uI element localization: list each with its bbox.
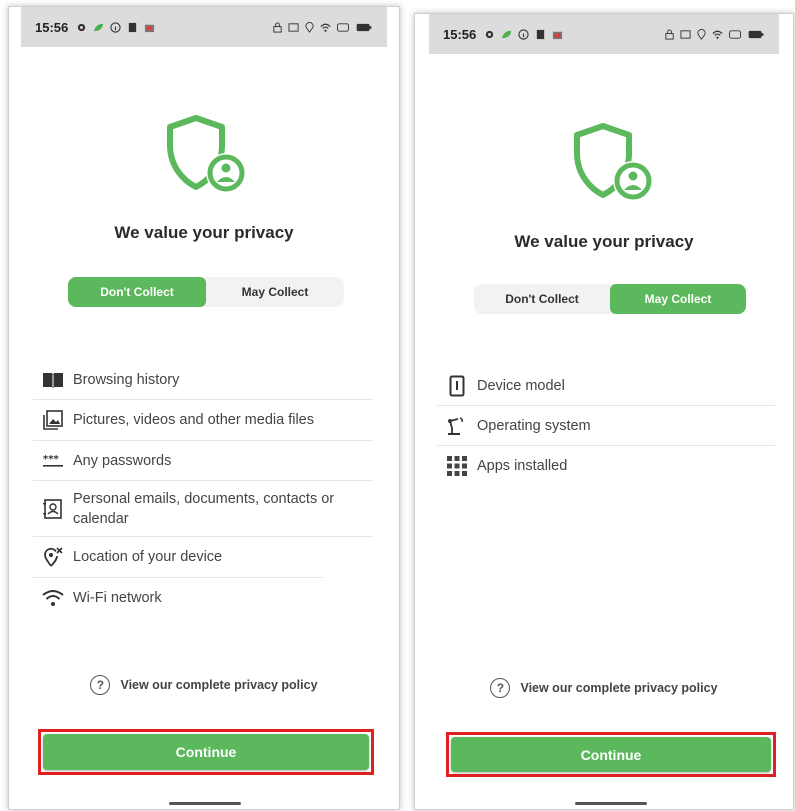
list-item: *** Any passwords [33, 441, 373, 481]
item-label: Device model [477, 377, 565, 394]
shield-user-icon [574, 123, 653, 201]
book-icon [43, 372, 63, 388]
item-label: Apps installed [477, 458, 568, 474]
no-sim-icon [337, 22, 349, 32]
wifi-icon [712, 30, 723, 39]
gear-icon [486, 30, 494, 38]
leaf-icon [94, 23, 104, 31]
question-icon: ? [490, 678, 511, 698]
image-icon [43, 410, 63, 430]
status-time: 15:56 [443, 26, 477, 42]
list-item: Personal emails, documents, contacts or … [33, 481, 373, 537]
item-label: Browsing history [73, 371, 180, 388]
location-icon [697, 28, 706, 40]
item-label: Wi-Fi network [73, 590, 162, 606]
privacy-policy-label: View our complete privacy policy [120, 678, 318, 692]
screen-icon [288, 22, 299, 32]
item-label: Operating system [477, 417, 591, 434]
continue-button[interactable]: Continue [43, 734, 369, 770]
list-item: Wi-Fi network [33, 578, 373, 618]
collect-toggle: Don't Collect May Collect [68, 277, 344, 307]
status-bar: 15:56 [429, 14, 779, 54]
info-icon [518, 28, 529, 40]
privacy-policy-label: View our complete privacy policy [520, 681, 718, 695]
question-icon: ? [90, 675, 111, 695]
password-icon: *** [43, 454, 63, 467]
right-phone-screen: 15:56 We value your privacy Don't Collec… [414, 13, 794, 810]
home-indicator[interactable] [169, 802, 241, 805]
tab-dont-collect[interactable]: Don't Collect [474, 284, 610, 314]
system-icons [272, 21, 373, 33]
store-icon [553, 31, 563, 39]
data-list: Browsing history Pictures, videos and ot… [33, 360, 373, 618]
page-title: We value your privacy [114, 223, 294, 242]
gear-icon [78, 23, 86, 31]
location-off-icon [44, 547, 63, 567]
notification-icons [76, 21, 155, 33]
phone-info-icon [449, 375, 465, 396]
list-item: Pictures, videos and other media files [33, 400, 373, 441]
wifi-icon [42, 590, 64, 606]
list-item: Apps installed [437, 446, 775, 486]
home-indicator[interactable] [575, 802, 647, 805]
item-label: Location of your device [73, 549, 223, 565]
status-bar: 15:56 [21, 7, 387, 47]
continue-highlight: Continue [38, 729, 374, 775]
shield-user-icon [167, 115, 246, 193]
continue-highlight: Continue [446, 732, 776, 777]
list-item: Operating system [437, 406, 775, 446]
sim-icon [129, 22, 137, 32]
battery-icon [748, 30, 764, 38]
list-item: Location of your device [33, 537, 323, 578]
privacy-policy-link[interactable]: ? View our complete privacy policy [9, 675, 399, 695]
screen-icon [680, 29, 691, 39]
continue-button[interactable]: Continue [451, 737, 771, 772]
collect-toggle: Don't Collect May Collect [474, 284, 746, 314]
lock-icon [273, 21, 282, 33]
location-icon [305, 21, 314, 33]
item-label: Any passwords [73, 452, 172, 469]
robot-arm-icon [448, 416, 463, 435]
contact-card-icon [43, 498, 62, 519]
leaf-icon [502, 30, 512, 38]
info-icon [110, 21, 121, 33]
store-icon [145, 24, 155, 32]
list-item: Browsing history [33, 360, 373, 400]
apps-grid-icon [447, 456, 467, 476]
svg-text:***: *** [43, 454, 59, 465]
wifi-icon [320, 23, 331, 32]
sim-icon [537, 29, 545, 39]
item-label: Personal emails, documents, contacts or … [73, 490, 335, 527]
tab-may-collect[interactable]: May Collect [206, 277, 344, 307]
notification-icons [484, 28, 563, 40]
no-sim-icon [729, 29, 741, 39]
data-list: Device model Operating system Apps insta… [437, 366, 775, 486]
privacy-policy-link[interactable]: ? View our complete privacy policy [415, 678, 793, 698]
status-time: 15:56 [35, 19, 69, 35]
left-phone-screen: 15:56 We value your privacy Don't Collec… [8, 6, 400, 810]
list-item: Device model [437, 366, 775, 406]
system-icons [664, 28, 765, 40]
tab-dont-collect[interactable]: Don't Collect [68, 277, 206, 307]
lock-icon [665, 28, 674, 40]
page-title: We value your privacy [514, 232, 694, 251]
tab-may-collect[interactable]: May Collect [610, 284, 746, 314]
battery-icon [356, 23, 372, 31]
item-label: Pictures, videos and other media files [73, 412, 314, 428]
